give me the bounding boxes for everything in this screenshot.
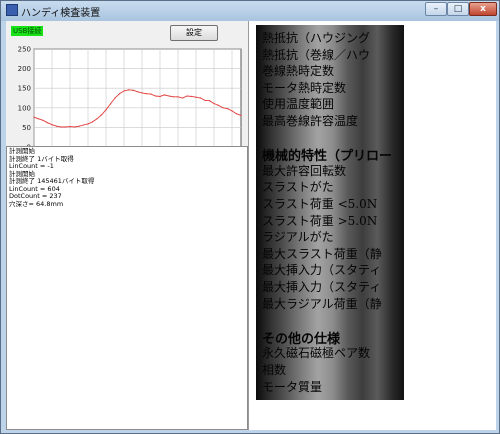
data-point: [37, 118, 40, 120]
y-tick-label: 250: [18, 46, 31, 54]
usb-status-badge: USB接続: [11, 26, 44, 36]
photo-text-line: モータ質量: [262, 379, 323, 394]
data-point: [118, 93, 121, 95]
data-point: [127, 89, 130, 91]
data-point: [91, 121, 94, 123]
log-textbox[interactable]: 計測開始 計測終了 1バイト取得 LinCount = -1 計測開始 計測終了 145…: [6, 146, 248, 430]
title-bar[interactable]: ハンディ検査装置 – □ x: [1, 1, 499, 21]
photo-text-line: モータ熱時定数: [262, 80, 347, 95]
data-point: [163, 94, 166, 96]
data-point: [82, 124, 85, 126]
data-point: [55, 125, 58, 127]
data-point: [69, 126, 71, 128]
data-point: [217, 104, 220, 106]
photo-text-line: 最大スラスト荷重（静: [262, 246, 382, 261]
photo-text-line: 最大挿入力（スタティ: [262, 280, 382, 294]
data-point: [96, 118, 98, 120]
data-point: [240, 115, 242, 117]
data-point: [208, 100, 211, 102]
data-point: [172, 96, 175, 98]
maximize-button[interactable]: □: [447, 2, 469, 16]
data-point: [186, 95, 188, 97]
client-area: USB接続 設定 0501001502002500204060801001201…: [6, 21, 496, 430]
data-point: [46, 122, 49, 124]
data-point: [168, 95, 170, 97]
data-point: [114, 97, 116, 99]
image-pane: 熱抵抗（ハウジング 熱抵抗（巻線／ハウ 巻線熱時定数 モータ熱時定数 使用温度範囲最高巻…: [248, 21, 496, 430]
data-point: [150, 93, 152, 95]
app-window: ハンディ検査装置 – □ x USB接続 設定 0501001502002500…: [0, 0, 500, 434]
photo-text-line: 相数: [262, 363, 287, 377]
data-point: [226, 108, 229, 110]
data-point: [60, 126, 62, 128]
y-tick-label: 200: [18, 65, 31, 73]
data-point: [141, 92, 143, 94]
left-pane: USB接続 設定 0501001502002500204060801001201…: [6, 21, 248, 430]
data-point: [132, 89, 134, 91]
y-tick-label: 150: [18, 85, 31, 93]
photo-text-line: 熱抵抗（ハウジング: [262, 31, 371, 45]
window-title: ハンディ検査装置: [21, 8, 101, 19]
minimize-button[interactable]: –: [425, 2, 447, 16]
photo-text-line: 最大ラジアル荷重（静: [262, 296, 382, 311]
photo-text-line: スラスト荷重 >5.0N: [262, 213, 378, 228]
data-point: [159, 95, 161, 97]
data-point: [105, 109, 107, 111]
app-icon: [6, 4, 18, 16]
data-point: [73, 126, 76, 128]
settings-button[interactable]: 設定: [170, 25, 218, 41]
data-point: [195, 96, 197, 98]
photo-text-line: スラスト荷重 <5.0N: [262, 197, 378, 211]
y-tick-label: 50: [22, 124, 31, 132]
data-point: [145, 93, 148, 95]
photo-text-line: 巻線熱時定数: [262, 64, 335, 79]
photo-text-line: ラジアルがた: [262, 230, 334, 245]
log-line: LinCount = -1: [9, 162, 54, 170]
data-point: [42, 119, 44, 121]
data-point: [154, 95, 157, 97]
data-point: [231, 110, 233, 112]
data-point: [213, 102, 215, 105]
data-point: [199, 97, 202, 99]
data-point: [136, 91, 139, 93]
camera-image: 熱抵抗（ハウジング 熱抵抗（巻線／ハウ 巻線熱時定数 モータ熱時定数 使用温度範囲最高巻…: [256, 25, 404, 400]
close-button[interactable]: x: [469, 2, 497, 16]
log-line: 穴深さ= 64.8mm: [9, 199, 64, 208]
data-point: [123, 90, 125, 92]
data-point: [181, 97, 184, 99]
data-point: [64, 126, 67, 128]
data-point: [33, 116, 35, 118]
data-point: [235, 113, 238, 115]
photo-text-line: 熱抵抗（巻線／ハウ: [262, 47, 371, 62]
plot-area: [33, 48, 242, 148]
photo-text-line: 使用温度範囲: [262, 97, 335, 112]
data-point: [190, 95, 193, 97]
data-point: [78, 125, 80, 127]
data-point: [109, 103, 112, 105]
photo-text-line: 最大挿入力（スタティ: [262, 263, 382, 278]
data-point: [177, 96, 179, 98]
data-point: [51, 124, 53, 126]
data-point: [204, 99, 206, 101]
photo-text-line: 永久磁石磁極ペア数: [262, 346, 371, 361]
photo-text-line: 最大許容回転数: [262, 163, 347, 178]
photo-text-line: 最高巻線許容温度: [262, 114, 359, 128]
photo-text-line: スラストがた: [262, 180, 334, 195]
data-point: [100, 114, 103, 116]
y-tick-label: 100: [18, 104, 31, 112]
data-point: [222, 107, 224, 109]
data-point: [87, 123, 89, 125]
